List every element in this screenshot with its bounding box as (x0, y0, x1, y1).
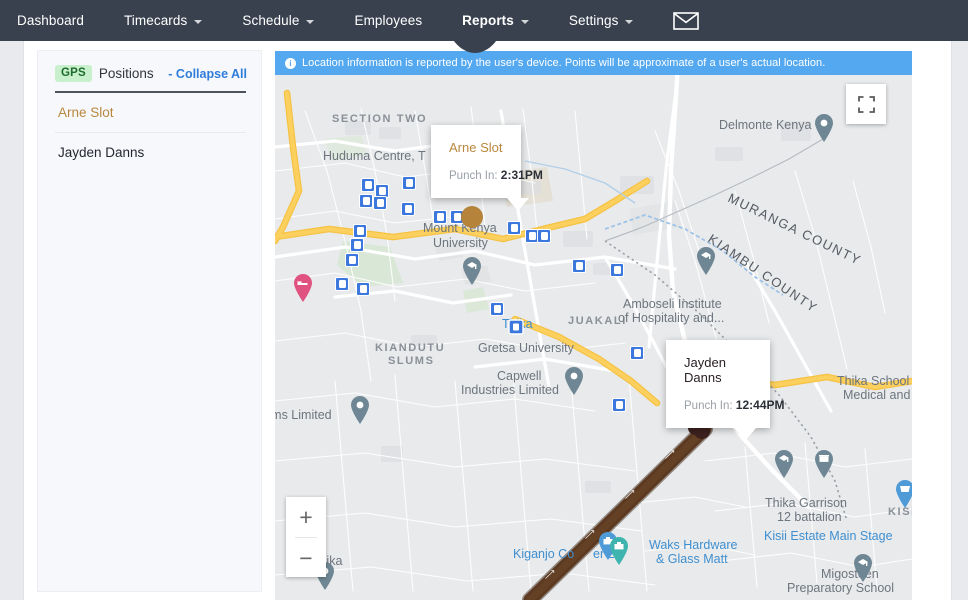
poi-pin-capwell[interactable] (563, 366, 585, 396)
transit-icon[interactable] (401, 202, 415, 216)
poi-pin-thika-garrison[interactable] (813, 449, 835, 479)
nav-item-settings[interactable]: Settings (569, 0, 634, 41)
nav-item-dashboard[interactable]: Dashboard (17, 0, 84, 41)
nav-label-settings: Settings (568, 13, 619, 28)
thika-station-icon[interactable] (508, 319, 524, 335)
poi-pin-farms-limited[interactable] (349, 395, 371, 425)
collapse-all-link[interactable]: - Collapse All (168, 67, 247, 81)
zoom-out-button[interactable]: − (286, 538, 326, 578)
transit-icon[interactable] (350, 238, 364, 252)
chevron-down-icon (625, 19, 634, 24)
nav-label-employees: Employees (354, 13, 423, 28)
transit-icon[interactable] (433, 210, 447, 224)
transit-icon[interactable] (612, 398, 626, 412)
employee-list-item-arne-slot[interactable]: Arne Slot (55, 93, 246, 133)
poi-pin-lodging[interactable] (292, 273, 314, 303)
fullscreen-button[interactable] (846, 84, 886, 124)
punch-in-time: 12:44PM (735, 398, 785, 412)
transit-icon[interactable] (356, 282, 370, 296)
gps-badge: GPS (55, 65, 92, 82)
transit-icon[interactable] (402, 176, 416, 190)
gps-positions-header: GPS Positions - Collapse All (38, 51, 261, 82)
transit-icon[interactable] (507, 221, 521, 235)
transit-icon[interactable] (353, 224, 367, 238)
info-window-name: Arne Slot (449, 140, 503, 155)
location-info-banner-text: Location information is reported by the … (302, 57, 826, 69)
info-window-jayden-danns[interactable]: Jayden Danns Punch In: 12:44PM (666, 340, 785, 441)
nav-item-reports[interactable]: Reports (462, 0, 529, 41)
transit-icon[interactable] (537, 229, 551, 243)
transit-icon[interactable] (345, 253, 359, 267)
fullscreen-icon (857, 95, 875, 113)
panel-title: Positions (98, 66, 154, 81)
nav-label-schedule: Schedule (242, 13, 300, 28)
transit-icon[interactable] (490, 302, 504, 316)
transit-icon[interactable] (361, 178, 375, 192)
poi-pin-delmonte-kenya[interactable] (813, 113, 835, 143)
top-navigation-bar: Dashboard Timecards Schedule Employees R… (0, 0, 968, 41)
transit-icon[interactable] (572, 259, 586, 273)
punch-in-time: 2:31PM (500, 168, 543, 182)
nav-item-messages[interactable] (673, 0, 700, 41)
location-info-banner: i Location information is reported by th… (275, 51, 912, 75)
nav-label-dashboard: Dashboard (17, 13, 84, 28)
chevron-down-icon (520, 19, 529, 24)
chevron-down-icon (194, 19, 203, 24)
nav-item-employees[interactable]: Employees (354, 0, 422, 41)
info-window-arne-slot[interactable]: Arne Slot Punch In: 2:31PM (431, 125, 543, 211)
poi-pin-school[interactable] (461, 256, 483, 286)
info-window-punch-in: Punch In: 12:44PM (684, 398, 785, 412)
transit-icon[interactable] (373, 196, 387, 210)
poi-pin-kiganjo-corner[interactable] (608, 536, 630, 566)
info-window-name: Jayden Danns (684, 355, 726, 385)
punch-in-label: Punch In: (684, 400, 733, 412)
gps-map[interactable]: .rdw{stroke:#ffffff;fill:none;stroke-lin… (275, 51, 912, 600)
nav-label-reports: Reports (462, 13, 514, 28)
info-window-punch-in: Punch In: 2:31PM (449, 168, 543, 182)
map-zoom-controls[interactable]: + − (286, 497, 326, 577)
gps-marker-arne-slot[interactable] (461, 206, 483, 228)
nav-item-timecards[interactable]: Timecards (123, 0, 203, 41)
poi-pin-amboseli-institute[interactable] (695, 246, 717, 276)
info-icon: i (285, 57, 296, 69)
employee-list-item-jayden-danns[interactable]: Jayden Danns (55, 133, 246, 172)
envelope-icon (673, 11, 700, 30)
poi-pin-school-2[interactable] (773, 449, 795, 479)
nav-label-timecards: Timecards (123, 13, 188, 28)
poi-pin-kisii-estate-main-stage[interactable] (894, 479, 912, 509)
transit-icon[interactable] (359, 194, 373, 208)
gps-positions-panel: GPS Positions - Collapse All Arne Slot J… (37, 50, 262, 592)
transit-icon[interactable] (630, 346, 644, 360)
nav-item-schedule[interactable]: Schedule (242, 0, 315, 41)
chevron-down-icon (306, 19, 315, 24)
poi-pin-migosteen-preparatory-school[interactable] (852, 553, 874, 583)
zoom-in-button[interactable]: + (286, 497, 326, 537)
transit-icon[interactable] (335, 277, 349, 291)
punch-in-label: Punch In: (449, 170, 498, 182)
transit-icon[interactable] (610, 263, 624, 277)
